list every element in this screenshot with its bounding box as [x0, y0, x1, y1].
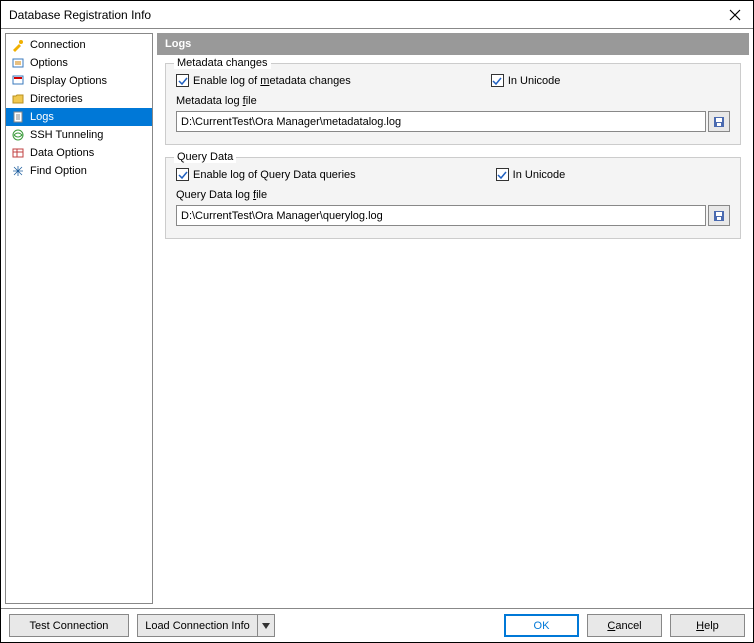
enable-query-log-checkbox[interactable]: Enable log of Query Data queries	[176, 168, 356, 181]
sidebar-item-label: Find Option	[30, 165, 87, 177]
sidebar-item-ssh-tunneling[interactable]: SSH Tunneling	[6, 126, 152, 144]
query-unicode-checkbox[interactable]: In Unicode	[496, 168, 566, 181]
sidebar: Connection Options Display Options Direc…	[5, 33, 153, 604]
connection-icon	[10, 37, 26, 53]
groupbox-title: Query Data	[174, 151, 236, 163]
footer: Test Connection Load Connection Info OK …	[1, 608, 753, 642]
test-connection-button[interactable]: Test Connection	[9, 614, 129, 637]
sidebar-item-label: Options	[30, 57, 68, 69]
sidebar-item-directories[interactable]: Directories	[6, 90, 152, 108]
groupbox-title: Metadata changes	[174, 57, 271, 69]
metadata-unicode-checkbox[interactable]: In Unicode	[491, 74, 561, 87]
sidebar-item-display-options[interactable]: Display Options	[6, 72, 152, 90]
logs-icon	[10, 109, 26, 125]
load-connection-split-button: Load Connection Info	[137, 614, 275, 637]
window-title: Database Registration Info	[9, 8, 151, 22]
help-button[interactable]: Help	[670, 614, 745, 637]
checkbox-label: Enable log of metadata changes	[193, 75, 351, 87]
dialog-window: Database Registration Info Connection Op…	[0, 0, 754, 643]
load-connection-button[interactable]: Load Connection Info	[137, 614, 257, 637]
enable-metadata-log-checkbox[interactable]: Enable log of metadata changes	[176, 74, 351, 87]
save-icon	[712, 209, 726, 223]
content-panel: Logs Metadata changes Enable log of meta…	[157, 33, 749, 604]
find-icon	[10, 163, 26, 179]
sidebar-item-connection[interactable]: Connection	[6, 36, 152, 54]
check-icon	[178, 170, 188, 180]
query-save-button[interactable]	[708, 205, 730, 226]
ssh-icon	[10, 127, 26, 143]
metadata-file-label: Metadata log file	[176, 95, 730, 107]
checkbox-row: Enable log of Query Data queries In Unic…	[176, 168, 730, 181]
metadata-log-file-input[interactable]	[176, 111, 706, 132]
titlebar: Database Registration Info	[1, 1, 753, 29]
sidebar-item-logs[interactable]: Logs	[6, 108, 152, 126]
checkbox-box	[176, 74, 189, 87]
sidebar-item-options[interactable]: Options	[6, 54, 152, 72]
checkbox-label: In Unicode	[508, 75, 561, 87]
cancel-button[interactable]: Cancel	[587, 614, 662, 637]
checkbox-label: Enable log of Query Data queries	[193, 169, 356, 181]
dialog-body: Connection Options Display Options Direc…	[1, 29, 753, 608]
check-icon	[178, 76, 188, 86]
directories-icon	[10, 91, 26, 107]
load-connection-dropdown[interactable]	[257, 614, 275, 637]
sidebar-item-label: Logs	[30, 111, 54, 123]
query-log-file-input[interactable]	[176, 205, 706, 226]
content-body: Metadata changes Enable log of metadata …	[157, 55, 749, 604]
sidebar-item-label: Directories	[30, 93, 83, 105]
checkbox-box	[496, 168, 509, 181]
groupbox-metadata: Metadata changes Enable log of metadata …	[165, 63, 741, 145]
checkbox-box	[491, 74, 504, 87]
metadata-save-button[interactable]	[708, 111, 730, 132]
sidebar-item-label: Display Options	[30, 75, 107, 87]
checkbox-box	[176, 168, 189, 181]
close-icon	[729, 9, 741, 21]
checkbox-label: In Unicode	[513, 169, 566, 181]
sidebar-item-label: SSH Tunneling	[30, 129, 103, 141]
sidebar-item-data-options[interactable]: Data Options	[6, 144, 152, 162]
data-icon	[10, 145, 26, 161]
query-file-label: Query Data log file	[176, 189, 730, 201]
options-icon	[10, 55, 26, 71]
save-icon	[712, 115, 726, 129]
sidebar-item-label: Data Options	[30, 147, 94, 159]
groupbox-query: Query Data Enable log of Query Data quer…	[165, 157, 741, 239]
checkbox-row: Enable log of metadata changes In Unicod…	[176, 74, 730, 87]
check-icon	[492, 76, 502, 86]
close-button[interactable]	[725, 5, 745, 25]
chevron-down-icon	[262, 623, 270, 629]
ok-button[interactable]: OK	[504, 614, 579, 637]
content-title: Logs	[157, 33, 749, 55]
display-icon	[10, 73, 26, 89]
input-row	[176, 111, 730, 132]
sidebar-item-label: Connection	[30, 39, 86, 51]
input-row	[176, 205, 730, 226]
sidebar-item-find-option[interactable]: Find Option	[6, 162, 152, 180]
check-icon	[497, 170, 507, 180]
